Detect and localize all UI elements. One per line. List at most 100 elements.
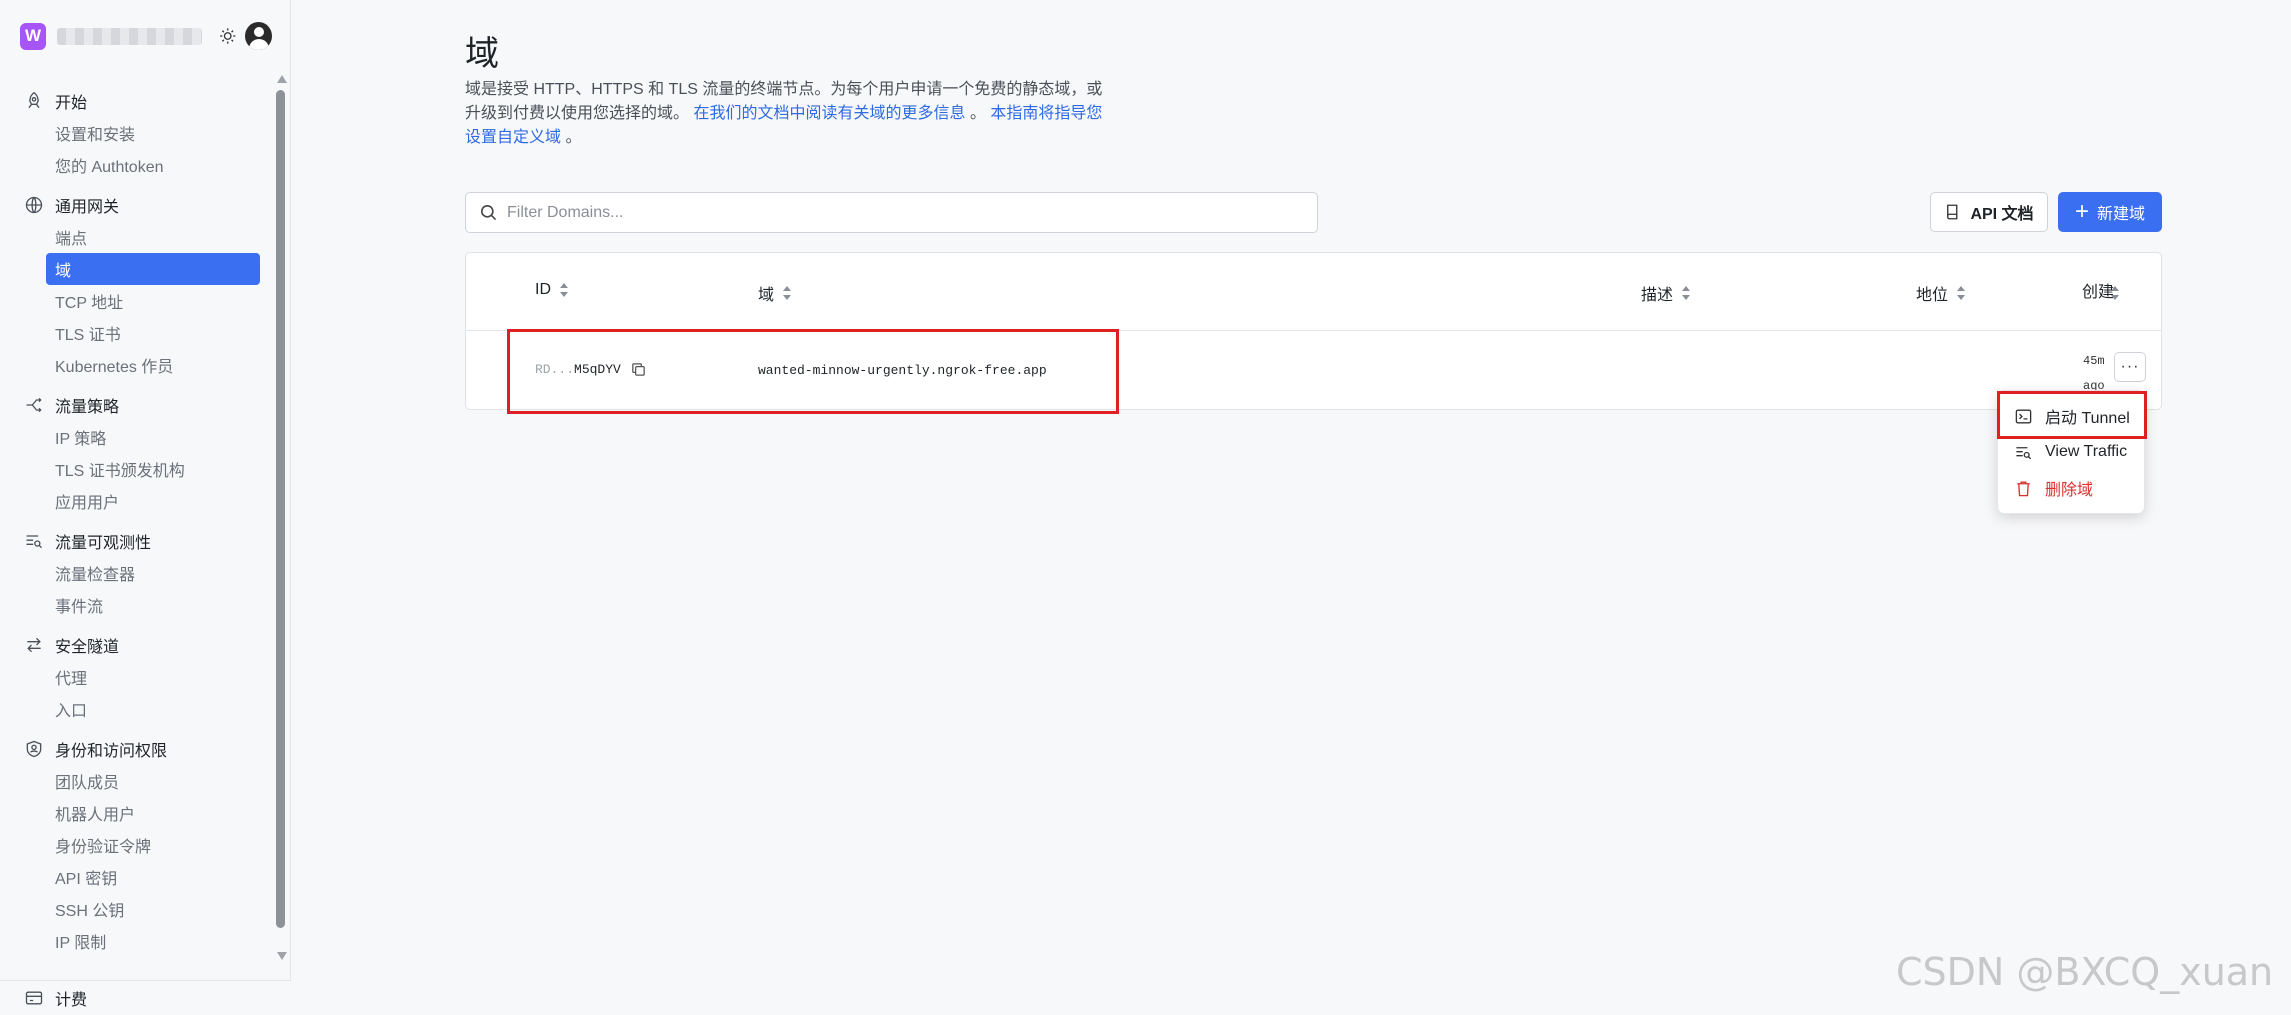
nav-group-label: 流量可观测性: [55, 535, 152, 552]
api-docs-label: API 文档: [1970, 206, 2034, 223]
traffic-search-icon: [2016, 446, 2032, 459]
sidebar-item-api-keys[interactable]: API 密钥: [0, 861, 275, 893]
scroll-down-arrow-icon[interactable]: [277, 952, 287, 960]
column-header-created[interactable]: 创 建: [2082, 281, 2119, 305]
sidebar-item-ip-restrictions[interactable]: IP 限制: [0, 925, 275, 957]
column-header-label: 创 建: [2082, 281, 2114, 305]
table-header: ID 域 描述 地位 创 建: [466, 253, 2161, 331]
nav-group-traffic-policy: 流量策略 IP 策略 TLS 证书颁发机构 应用用户: [0, 389, 275, 517]
sidebar-item-billing[interactable]: 计费: [0, 980, 291, 1015]
sidebar-item-domains[interactable]: 域: [46, 253, 260, 285]
trash-icon: [2017, 480, 2030, 496]
menu-item-view-traffic[interactable]: View Traffic: [2014, 440, 2127, 464]
nav-group-label: 身份和访问权限: [55, 743, 168, 760]
sidebar-item-bot-users[interactable]: 机器人用户: [0, 797, 275, 829]
sidebar-item-app-users[interactable]: 应用用户: [0, 485, 275, 517]
avatar[interactable]: [244, 22, 273, 50]
sidebar-item-tls-certificates[interactable]: TLS 证书: [0, 317, 275, 349]
menu-item-delete-domain[interactable]: 删除域: [2014, 476, 2093, 500]
sort-icon[interactable]: [560, 283, 568, 297]
globe-icon: [25, 196, 43, 214]
menu-item-label: 删除域: [2045, 482, 2094, 499]
column-header-description[interactable]: 描述: [1641, 281, 1691, 305]
page-title: 域: [465, 35, 499, 73]
nav-group-title[interactable]: 通用网关: [0, 189, 275, 221]
api-docs-button[interactable]: API 文档: [1930, 192, 2048, 232]
column-header-label: 描述: [1641, 287, 1674, 304]
plus-icon: +: [2074, 198, 2089, 225]
sidebar-item-traffic-inspector[interactable]: 流量检查器: [0, 557, 275, 589]
sidebar-item-tcp-addresses[interactable]: TCP 地址: [0, 285, 275, 317]
sort-icon[interactable]: [1957, 286, 1966, 300]
search-box[interactable]: [465, 192, 1318, 233]
sort-icon[interactable]: [1682, 286, 1691, 300]
description-end: 。: [565, 129, 582, 146]
watermark: CSDN @BXCQ_xuan: [1896, 950, 2274, 994]
scroll-up-arrow-icon[interactable]: [277, 75, 287, 83]
sidebar-item-ingress[interactable]: 入口: [0, 693, 275, 725]
branch-icon: [26, 397, 42, 413]
workspace-name-redacted[interactable]: [57, 27, 203, 45]
billing-icon: [25, 991, 43, 1005]
highlight-box-menu: [1997, 391, 2147, 439]
sidebar-item-kubernetes-operators[interactable]: Kubernetes 作员: [0, 349, 275, 381]
scroll-thumb[interactable]: [276, 90, 285, 928]
rocket-icon: [28, 91, 40, 109]
created-value-top: 45m: [2083, 354, 2105, 368]
sidebar-header: W: [20, 20, 273, 52]
row-actions-button[interactable]: ···: [2114, 352, 2146, 382]
traffic-search-icon: [26, 535, 42, 549]
nav-group-title[interactable]: 流量可观测性: [0, 525, 275, 557]
arrows-icon: [27, 637, 41, 653]
column-header-id[interactable]: ID: [535, 281, 568, 299]
shield-icon: [26, 740, 42, 758]
sort-icon[interactable]: [783, 286, 792, 300]
sun-icon[interactable]: [219, 27, 236, 45]
page-description: 域是接受 HTTP、HTTPS 和 TLS 流量的终端节点。为每个用户申请一个免…: [465, 78, 1115, 150]
column-header-label: 域: [758, 287, 775, 304]
sidebar-item-agents[interactable]: 代理: [0, 661, 275, 693]
nav-group-getting-started: 开始 设置和安装 您的 Authtoken: [0, 85, 275, 181]
column-header-domain[interactable]: 域: [758, 281, 792, 305]
nav-group-title[interactable]: 流量策略: [0, 389, 275, 421]
created-header-top: 创: [2082, 284, 2099, 301]
sidebar-scrollbar[interactable]: [274, 70, 288, 960]
nav-group-secure-tunnels: 安全隧道 代理 入口: [0, 629, 275, 725]
sidebar-item-authtoken[interactable]: 您的 Authtoken: [0, 149, 275, 181]
nav-group-title[interactable]: 安全隧道: [0, 629, 275, 661]
search-icon: [480, 204, 497, 221]
book-icon: [1947, 204, 1958, 220]
sidebar-item-ssh-keys[interactable]: SSH 公钥: [0, 893, 275, 925]
nav-group-title[interactable]: 身份和访问权限: [0, 733, 275, 765]
highlight-box-row: [507, 329, 1119, 414]
workspace-badge[interactable]: W: [20, 22, 47, 50]
sidebar: W 开始 设置和安装 您的 Authtoken 通用网关 端点 域 TCP 地址…: [0, 0, 291, 1015]
nav-group-label: 开始: [55, 95, 88, 112]
column-header-label: ID: [535, 281, 551, 298]
column-header-label: 地位: [1916, 287, 1949, 304]
search-input[interactable]: [507, 203, 1287, 222]
sidebar-item-team-members[interactable]: 团队成员: [0, 765, 275, 797]
sidebar-item-setup[interactable]: 设置和安装: [0, 117, 275, 149]
sidebar-item-authtokens[interactable]: 身份验证令牌: [0, 829, 275, 861]
sidebar-item-tls-cas[interactable]: TLS 证书颁发机构: [0, 453, 275, 485]
sidebar-nav: 开始 设置和安装 您的 Authtoken 通用网关 端点 域 TCP 地址 T…: [0, 85, 275, 965]
sidebar-item-event-stream[interactable]: 事件流: [0, 589, 275, 621]
sidebar-item-ip-policies[interactable]: IP 策略: [0, 421, 275, 453]
nav-group-universal-gateway: 通用网关 端点 域 TCP 地址 TLS 证书 Kubernetes 作员: [0, 189, 275, 381]
sort-icon[interactable]: [2111, 286, 2119, 300]
new-domain-button[interactable]: + 新建域: [2058, 192, 2162, 232]
column-header-region[interactable]: 地位: [1916, 281, 1966, 305]
menu-item-label: View Traffic: [2045, 443, 2128, 460]
new-domain-label: 新建域: [2097, 206, 2146, 223]
more-horizontal-icon: ···: [2120, 358, 2140, 375]
nav-group-label: 安全隧道: [55, 639, 120, 656]
sidebar-item-endpoints[interactable]: 端点: [0, 221, 275, 253]
nav-group-label: 流量策略: [55, 399, 120, 416]
nav-group-title[interactable]: 开始: [0, 85, 275, 117]
nav-group-identity-access: 身份和访问权限 团队成员 机器人用户 身份验证令牌 API 密钥 SSH 公钥 …: [0, 733, 275, 957]
nav-group-label: 通用网关: [55, 199, 120, 216]
docs-link[interactable]: 在我们的文档中阅读有关域的更多信息: [693, 105, 965, 122]
nav-group-observability: 流量可观测性 流量检查器 事件流: [0, 525, 275, 621]
main-content: 域 域是接受 HTTP、HTTPS 和 TLS 流量的终端节点。为每个用户申请一…: [291, 0, 2291, 1015]
